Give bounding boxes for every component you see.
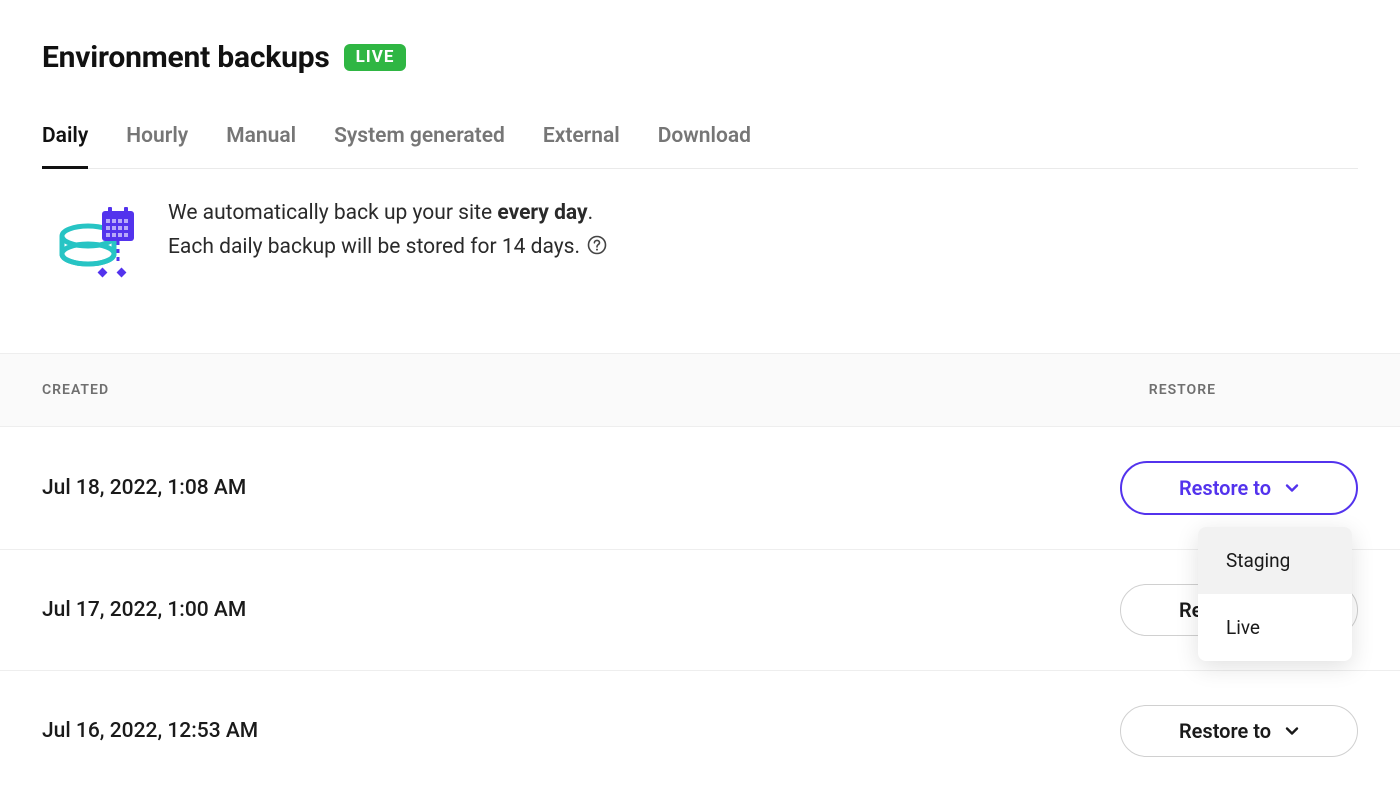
info-text: We automatically back up your site every…: [168, 197, 607, 264]
info-line2: Each daily backup will be stored for 14 …: [168, 235, 580, 259]
chevron-down-icon: [1285, 481, 1299, 495]
backup-date: Jul 16, 2022, 12:53 AM: [42, 719, 258, 743]
table-row: Jul 18, 2022, 1:08 AM Restore to Staging…: [0, 427, 1400, 550]
backup-date: Jul 17, 2022, 1:00 AM: [42, 598, 246, 622]
info-line1-suffix: .: [588, 201, 594, 225]
tab-system-generated[interactable]: System generated: [334, 124, 505, 169]
table-header: CREATED RESTORE: [0, 353, 1400, 427]
chevron-down-icon: [1285, 724, 1299, 738]
info-block: We automatically back up your site every…: [42, 169, 1358, 353]
restore-button[interactable]: Restore to: [1120, 705, 1358, 757]
th-restore: RESTORE: [1149, 382, 1358, 398]
backup-illustration-icon: [52, 197, 138, 283]
restore-button-label: Restore to: [1179, 721, 1271, 741]
help-icon[interactable]: [587, 235, 607, 255]
restore-button[interactable]: Restore to: [1120, 461, 1358, 515]
tab-download[interactable]: Download: [658, 124, 751, 169]
page-header: Environment backups LIVE: [42, 40, 1358, 75]
tab-daily[interactable]: Daily: [42, 124, 88, 169]
info-line1-bold: every day: [497, 201, 587, 225]
th-created: CREATED: [42, 382, 109, 398]
table-row: Jul 17, 2022, 1:00 AM Restore to: [0, 550, 1400, 671]
table-row: Jul 16, 2022, 12:53 AM Restore to: [0, 671, 1400, 791]
info-line1-prefix: We automatically back up your site: [168, 201, 497, 225]
restore-button-label: Restore to: [1179, 478, 1271, 498]
restore-dropdown: Staging Live: [1198, 527, 1352, 661]
dropdown-option-staging[interactable]: Staging: [1198, 527, 1352, 594]
tab-hourly[interactable]: Hourly: [126, 124, 188, 169]
backup-date: Jul 18, 2022, 1:08 AM: [42, 476, 246, 500]
page-title: Environment backups: [42, 40, 330, 75]
env-badge: LIVE: [344, 44, 407, 71]
tabs-nav: Daily Hourly Manual System generated Ext…: [42, 123, 1358, 169]
tab-manual[interactable]: Manual: [226, 124, 296, 169]
tab-external[interactable]: External: [543, 124, 620, 169]
dropdown-option-live[interactable]: Live: [1198, 594, 1352, 661]
